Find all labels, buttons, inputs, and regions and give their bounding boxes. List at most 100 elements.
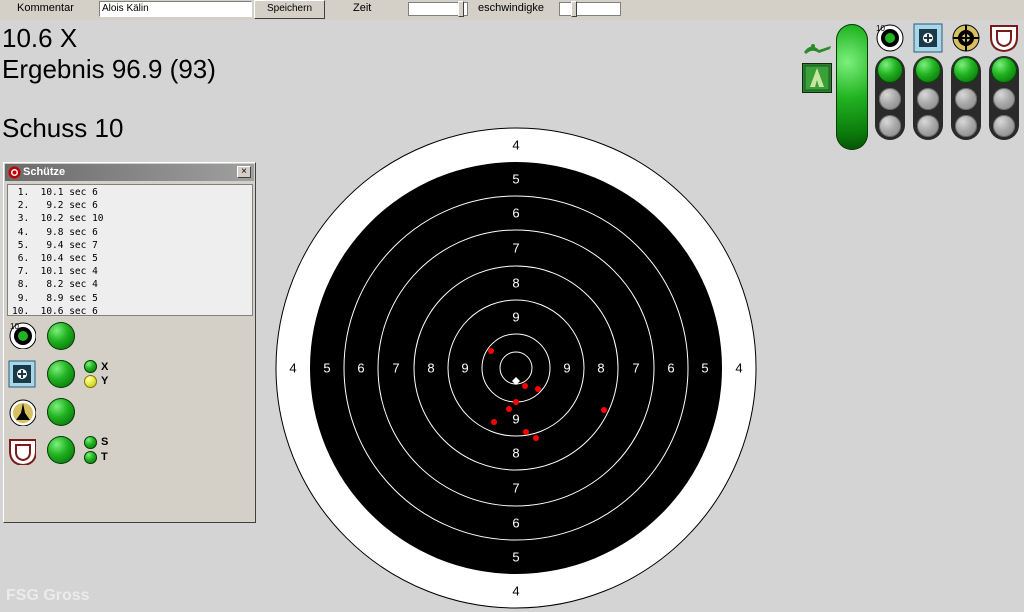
shot-hole-5 xyxy=(506,406,512,412)
ring-label-5-right: 5 xyxy=(701,361,708,376)
ring-label-4-bottom: 4 xyxy=(512,584,519,599)
list-item[interactable]: 7. 10.1 sec 4 xyxy=(12,265,252,278)
shot-hole-3 xyxy=(535,386,541,392)
ring-label-7-bottom: 7 xyxy=(512,481,519,496)
crosshair-light-2 xyxy=(955,88,977,110)
top-ten-label: 10 xyxy=(876,24,885,33)
shield-icon-top[interactable] xyxy=(989,23,1019,53)
ring-label-7-right: 7 xyxy=(632,361,639,376)
shot-list[interactable]: 1. 10.1 sec 6 2. 9.2 sec 6 3. 10.2 sec 1… xyxy=(7,184,253,318)
list-item[interactable]: 1. 10.1 sec 6 xyxy=(12,186,252,199)
center-light-3 xyxy=(917,115,939,137)
ring-label-6-bottom: 6 xyxy=(512,516,519,531)
ring-label-8-left: 8 xyxy=(427,361,434,376)
kommentar-input[interactable]: Alois Kälin xyxy=(99,1,252,17)
x-indicator xyxy=(84,360,97,373)
zeit-label: Zeit xyxy=(353,2,372,14)
shot-hole-7 xyxy=(491,419,497,425)
list-item[interactable]: 6. 10.4 sec 5 xyxy=(12,252,252,265)
s-indicator xyxy=(84,436,97,449)
close-button[interactable]: × xyxy=(237,166,251,178)
panel-titlebar[interactable]: Schütze × xyxy=(5,164,254,181)
shot-hole-4 xyxy=(513,399,519,405)
speed-slider-thumb[interactable] xyxy=(571,1,577,17)
list-item[interactable]: 4. 9.8 sec 6 xyxy=(12,226,252,239)
shooter-group-icon[interactable] xyxy=(802,63,832,93)
master-indicator xyxy=(836,24,868,150)
ring-label-4-left: 4 xyxy=(289,361,296,376)
center-light-2 xyxy=(917,88,939,110)
list-item[interactable]: 3. 10.2 sec 10 xyxy=(12,212,252,225)
panel-title: Schütze xyxy=(23,166,66,178)
center-icon-top[interactable] xyxy=(913,23,943,53)
schuetze-panel: Schütze × 1. 10.1 sec 6 2. 9.2 sec 6 3. … xyxy=(3,162,256,523)
y-indicator xyxy=(84,375,97,388)
center-light-1 xyxy=(915,57,941,83)
ring-label-5-left: 5 xyxy=(323,361,330,376)
rifle-icon[interactable] xyxy=(8,398,36,426)
shield-light-1 xyxy=(991,57,1017,83)
y-label: Y xyxy=(101,375,109,387)
shot-hole-8 xyxy=(523,429,529,435)
shot-hole-6 xyxy=(601,407,607,413)
ring-label-7-top: 7 xyxy=(512,241,519,256)
t-label: T xyxy=(101,451,108,463)
crosshair-icon[interactable] xyxy=(951,23,981,53)
ten-label: 10 xyxy=(10,322,19,331)
target-black-area xyxy=(310,162,722,574)
x-label: X xyxy=(101,361,109,373)
ten-ring-light-2 xyxy=(879,88,901,110)
list-item[interactable]: 5. 9.4 sec 7 xyxy=(12,239,252,252)
ring-label-5-bottom: 5 xyxy=(512,550,519,565)
ergebnis-text: Ergebnis 96.9 (93) xyxy=(2,54,216,84)
target: 4 4 4 4 5 5 5 5 6 6 6 6 7 7 7 7 8 8 8 8 9 9 9 9 xyxy=(275,127,757,609)
ten-ring-icon[interactable]: 10 xyxy=(8,321,36,349)
list-item[interactable]: 10. 10.6 sec 6 xyxy=(12,305,252,318)
speed-slider[interactable] xyxy=(559,2,621,16)
speed-label: eschwindigke xyxy=(478,2,545,14)
ring-label-9-top: 9 xyxy=(512,310,519,325)
last-shot-value: 10.6 X xyxy=(2,23,78,53)
ring-label-8-top: 8 xyxy=(512,276,519,291)
ring-label-6-right: 6 xyxy=(667,361,674,376)
list-item[interactable]: 9. 8.9 sec 5 xyxy=(12,292,252,305)
list-item[interactable]: 2. 9.2 sec 6 xyxy=(12,199,252,212)
shot-hole-9 xyxy=(533,435,539,441)
ring-label-8-bottom: 8 xyxy=(512,446,519,461)
ring-label-6-left: 6 xyxy=(357,361,364,376)
shield-icon[interactable] xyxy=(8,437,36,465)
shield-light-2 xyxy=(993,88,1015,110)
ring-label-7-left: 7 xyxy=(392,361,399,376)
zeit-slider-thumb[interactable] xyxy=(458,1,464,17)
ring-label-5-top: 5 xyxy=(512,172,519,187)
shield-light-3 xyxy=(993,115,1015,137)
ring-label-9-right: 9 xyxy=(563,361,570,376)
center-indicator xyxy=(47,360,75,388)
center-icon[interactable] xyxy=(8,360,36,388)
ten-ring-light-1 xyxy=(877,57,903,83)
ring-label-8-right: 8 xyxy=(597,361,604,376)
ring-label-9-left: 9 xyxy=(461,361,468,376)
footer-brand: FSG Gross xyxy=(6,587,90,604)
list-item[interactable]: 8. 8.2 sec 4 xyxy=(12,278,252,291)
ring-label-6-top: 6 xyxy=(512,206,519,221)
crosshair-light-1 xyxy=(953,57,979,83)
rifle-indicator xyxy=(47,398,75,426)
crosshair-light-3 xyxy=(955,115,977,137)
target-icon xyxy=(8,166,21,179)
s-label: S xyxy=(101,436,109,448)
ten-ring-icon-top[interactable]: 10 xyxy=(875,23,905,53)
ten-ring-light-3 xyxy=(879,115,901,137)
shot-number: Schuss 10 xyxy=(2,113,124,143)
t-indicator xyxy=(84,451,97,464)
shot-hole-2 xyxy=(522,383,528,389)
logo-icon xyxy=(804,44,831,54)
ten-ring-indicator xyxy=(47,322,75,350)
top-toolbar: Kommentar Alois Kälin Speichern Zeit esc… xyxy=(0,0,1024,20)
ring-label-4-top: 4 xyxy=(512,138,519,153)
ring-label-9-bottom: 9 xyxy=(512,412,519,427)
kommentar-label: Kommentar xyxy=(17,2,74,14)
ring-label-4-right: 4 xyxy=(735,361,742,376)
shield-indicator xyxy=(47,436,75,464)
save-button[interactable]: Speichern xyxy=(254,0,325,19)
